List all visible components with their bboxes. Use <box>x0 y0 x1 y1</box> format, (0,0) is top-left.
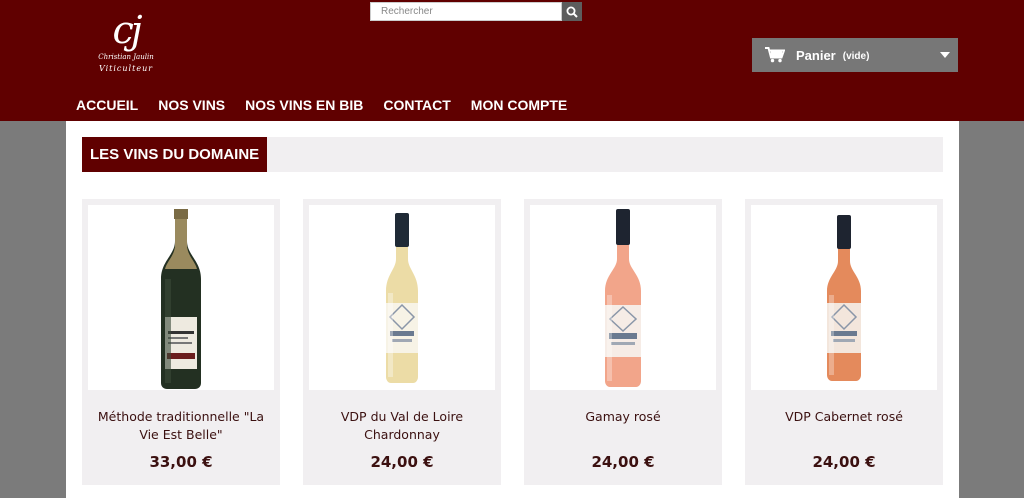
cart-label: Panier <box>796 47 836 63</box>
product-name[interactable]: Méthode traditionnelle "La Vie Est Belle… <box>82 408 280 444</box>
product-price: 33,00 € <box>149 453 213 471</box>
section-header: LES VINS DU DOMAINE <box>82 137 943 172</box>
main-content: LES VINS DU DOMAINE Méthode traditionnel… <box>66 121 959 498</box>
product-price: 24,00 € <box>370 453 434 471</box>
search-button[interactable] <box>562 2 582 21</box>
cart-status: (vide) <box>842 50 870 62</box>
product-card[interactable]: Gamay rosé 24,00 € <box>524 199 722 485</box>
product-price: 24,00 € <box>591 453 655 471</box>
product-image[interactable] <box>530 205 716 390</box>
white-wine-bottle-icon <box>386 212 418 383</box>
search-input[interactable] <box>370 2 562 21</box>
search-icon <box>566 6 578 18</box>
caret-down-icon <box>940 52 950 58</box>
product-image[interactable] <box>751 205 937 390</box>
site-header: cj Christian Jaulin Viticulteur Panier (… <box>0 0 1024 121</box>
logo-monogram: cj <box>112 8 142 52</box>
product-name[interactable]: Gamay rosé <box>524 408 722 426</box>
product-image[interactable] <box>88 205 274 390</box>
nav-item-nos-vins[interactable]: NOS VINS <box>148 95 235 115</box>
product-name[interactable]: VDP du Val de Loire Chardonnay <box>303 408 501 444</box>
logo-subtitle: Viticulteur <box>98 64 154 73</box>
logo-name: Christian Jaulin <box>98 53 154 61</box>
rose-wine-bottle-icon <box>827 214 861 381</box>
nav-item-mon-compte[interactable]: MON COMPTE <box>461 95 577 115</box>
section-title: LES VINS DU DOMAINE <box>82 137 268 172</box>
product-card[interactable]: Méthode traditionnelle "La Vie Est Belle… <box>82 199 280 485</box>
product-image[interactable] <box>309 205 495 390</box>
nav-item-nos-vins-en-bib[interactable]: NOS VINS EN BIB <box>235 95 373 115</box>
nav-item-accueil[interactable]: ACCUEIL <box>66 95 148 115</box>
cart-icon <box>765 47 785 63</box>
product-card[interactable]: VDP Cabernet rosé 24,00 € <box>745 199 943 485</box>
site-logo[interactable]: cj Christian Jaulin Viticulteur <box>88 8 164 88</box>
product-price: 24,00 € <box>812 453 876 471</box>
search-form <box>370 2 582 21</box>
champagne-bottle-icon <box>161 208 201 389</box>
main-nav: ACCUEIL NOS VINS NOS VINS EN BIB CONTACT… <box>66 95 577 115</box>
cart-button[interactable]: Panier (vide) <box>752 38 958 72</box>
product-name[interactable]: VDP Cabernet rosé <box>745 408 943 426</box>
rose-wine-bottle-icon <box>605 208 641 387</box>
nav-item-contact[interactable]: CONTACT <box>373 95 460 115</box>
product-card[interactable]: VDP du Val de Loire Chardonnay 24,00 € <box>303 199 501 485</box>
